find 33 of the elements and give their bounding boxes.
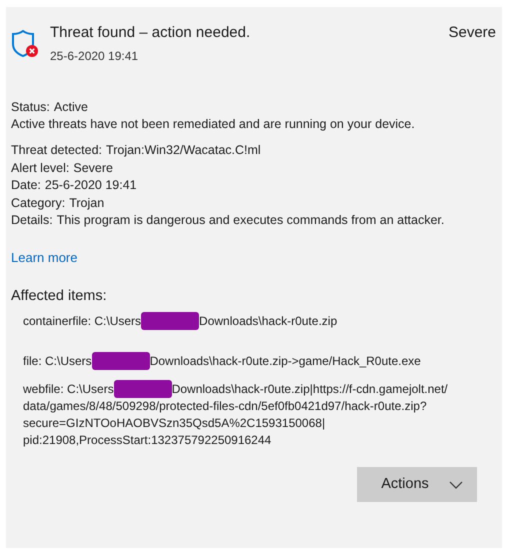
- redaction-mark: [114, 380, 172, 398]
- redaction-mark: [141, 312, 200, 330]
- learn-more-link[interactable]: Learn more: [11, 248, 78, 267]
- shield-alert-icon: [11, 30, 39, 58]
- detail-label: Category:: [11, 194, 66, 212]
- file-path-line: data/games/8/48/509298/protected-files-cdn/5ef0fb0421d97/hack-r0ute.zip?: [23, 398, 428, 416]
- detail-label: Threat detected:: [11, 142, 102, 159]
- status-label: Status:: [11, 99, 50, 116]
- file-path-line: pid:21908,ProcessStart:132375792250916244: [23, 432, 272, 450]
- file-path-end: Downloads\hack-r0ute.zip->game/Hack_R0ute.exe: [150, 354, 421, 368]
- detail-label: Details:: [11, 212, 53, 229]
- alert-date: 25-6-2020 19:41: [50, 48, 140, 65]
- detail-value: Trojan: [69, 194, 104, 212]
- detail-value: This program is dangerous and executes commands from an attacker.: [56, 212, 444, 229]
- detail-label: Date:: [11, 177, 41, 194]
- file-path-end: Downloads\hack-r0ute.zip: [199, 314, 338, 328]
- file-path-line: secure=GIzNTOoHAOBVSzn35Qsd5A%2C1593150068|: [23, 415, 326, 432]
- detail-value: Trojan:Win32/Wacatac.C!ml: [106, 142, 261, 159]
- alert-title: Threat found – action needed.: [50, 23, 252, 43]
- file-path-start: webfile: C:\Users: [23, 382, 114, 396]
- actions-button[interactable]: Actions: [357, 467, 477, 502]
- file-path-start: containerfile: C:\Users: [23, 314, 142, 328]
- status-description: Active threats have not been remediated and are running on your device.: [11, 116, 416, 133]
- status-value: Active: [54, 99, 88, 116]
- redaction-mark: [92, 352, 150, 370]
- file-path-start: file: C:\Users: [23, 354, 92, 368]
- detail-value: Severe: [73, 160, 113, 176]
- chevron-down-icon: [448, 480, 463, 489]
- affected-items-heading: Affected items:: [11, 286, 108, 306]
- detail-label: Alert level:: [11, 160, 70, 176]
- detail-value: 25-6-2020 19:41: [44, 177, 137, 194]
- severity-label: Severe: [448, 23, 496, 43]
- file-path-end: Downloads\hack-r0ute.zip|https://f-cdn.gamejolt.net/: [172, 382, 448, 396]
